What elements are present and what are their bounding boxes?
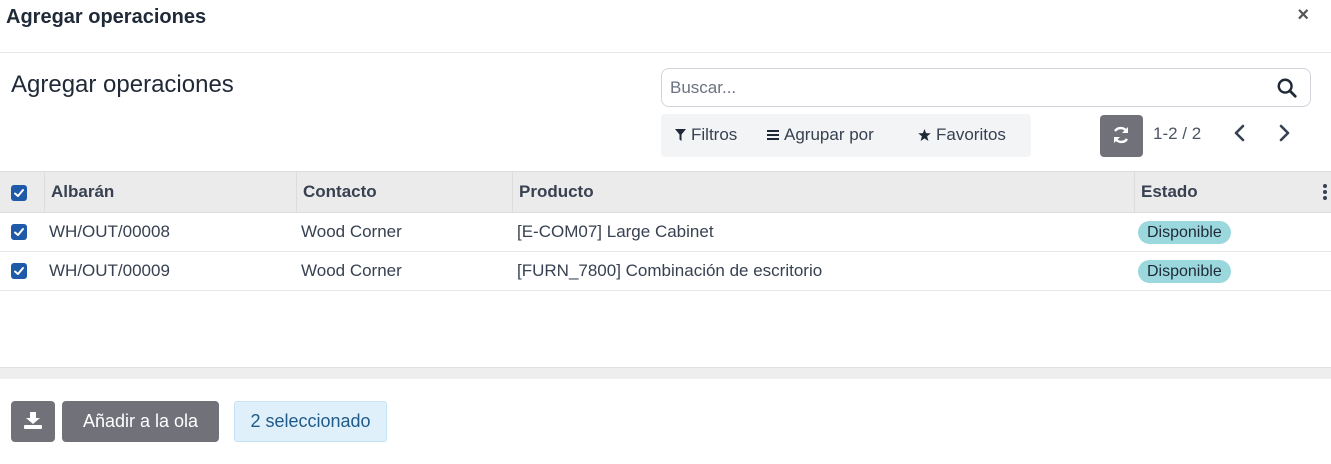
favorites-label: Favoritos	[936, 125, 1006, 144]
cell-albaran: WH/OUT/00009	[49, 261, 170, 280]
download-button[interactable]	[11, 401, 55, 442]
chevron-right-icon[interactable]	[1273, 122, 1295, 144]
header-select-cell	[0, 172, 44, 212]
table-row[interactable]: WH/OUT/00009 Wood Corner [FURN_7800] Com…	[0, 252, 1331, 291]
table-row[interactable]: WH/OUT/00008 Wood Corner [E-COM07] Large…	[0, 213, 1331, 252]
download-icon	[24, 412, 42, 429]
column-header-albaran[interactable]: Albarán	[44, 172, 296, 212]
list-icon	[767, 130, 779, 140]
cell-contacto: Wood Corner	[301, 222, 402, 241]
refresh-button[interactable]	[1100, 115, 1143, 157]
close-icon[interactable]: ×	[1297, 4, 1309, 27]
cell-producto: [FURN_7800] Combinación de escritorio	[517, 261, 823, 280]
funnel-icon	[675, 129, 686, 141]
status-badge: Disponible	[1138, 221, 1231, 244]
column-header-contacto[interactable]: Contacto	[296, 172, 512, 212]
filters-label: Filtros	[691, 125, 738, 144]
search-icon[interactable]	[1276, 77, 1298, 99]
select-all-checkbox[interactable]	[11, 185, 27, 201]
cell-contacto: Wood Corner	[301, 261, 402, 280]
column-header-estado[interactable]: Estado	[1134, 172, 1331, 212]
pager-value[interactable]: 1-2 / 2	[1153, 124, 1201, 144]
check-icon	[14, 267, 24, 275]
cell-producto: [E-COM07] Large Cabinet	[517, 222, 714, 241]
add-to-wave-button[interactable]: Añadir a la ola	[62, 401, 219, 442]
selected-count-badge[interactable]: 2 seleccionado	[234, 401, 387, 442]
kebab-menu-icon[interactable]	[1323, 184, 1327, 200]
check-icon	[14, 189, 24, 197]
empty-row	[0, 329, 1331, 368]
favorites-button[interactable]: Favoritos	[918, 125, 1006, 145]
table-header: Albarán Contacto Producto Estado	[0, 171, 1331, 213]
footer-divider	[0, 367, 1331, 379]
page-title: Agregar operaciones	[11, 71, 234, 98]
search-input[interactable]	[662, 69, 1310, 106]
refresh-icon	[1113, 126, 1129, 144]
chevron-left-icon[interactable]	[1229, 122, 1251, 144]
status-badge: Disponible	[1138, 260, 1231, 283]
row-checkbox[interactable]	[11, 224, 27, 240]
cell-albaran: WH/OUT/00008	[49, 222, 170, 241]
star-icon	[918, 129, 931, 141]
group-by-button[interactable]: Agrupar por	[767, 125, 874, 145]
filter-panel: Filtros Agrupar por Favoritos	[661, 114, 1031, 157]
modal-title: Agregar operaciones	[6, 6, 207, 28]
modal-header: Agregar operaciones ×	[0, 0, 1331, 53]
column-header-producto[interactable]: Producto	[512, 172, 1134, 212]
check-icon	[14, 228, 24, 236]
row-checkbox[interactable]	[11, 263, 27, 279]
search-bar	[661, 68, 1311, 107]
filters-button[interactable]: Filtros	[675, 125, 737, 145]
group-by-label: Agrupar por	[784, 125, 874, 144]
empty-row	[0, 291, 1331, 330]
